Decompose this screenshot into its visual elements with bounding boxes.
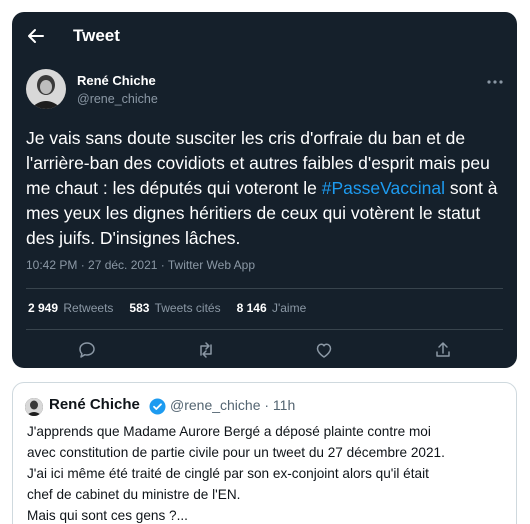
share-icon[interactable] (433, 340, 453, 360)
quote-line: J'ai ici même été traité de cinglé par s… (27, 466, 429, 481)
page-title: Tweet (73, 26, 120, 45)
tweet-author: René Chiche @rene_chiche (12, 66, 517, 114)
retweet-icon[interactable] (196, 340, 216, 360)
verified-badge-icon (149, 398, 166, 415)
back-arrow-icon[interactable] (24, 24, 48, 48)
quote-author-handle[interactable]: @rene_chiche · 11h (170, 397, 295, 413)
quote-line: J'apprends que Madame Aurore Bergé a dép… (27, 424, 431, 439)
quotes-count: 583 (129, 301, 150, 315)
quote-author-name[interactable]: René Chiche (49, 396, 140, 413)
quotes-label: Tweets cités (154, 301, 221, 315)
quote-text: J'apprends que Madame Aurore Bergé a dép… (27, 421, 509, 524)
likes-stat[interactable]: 8 146 J'aime (237, 301, 307, 315)
divider (26, 288, 503, 289)
retweets-label: Retweets (63, 301, 114, 315)
author-handle[interactable]: @rene_chiche (77, 92, 158, 106)
tweet-stats: 2 949 Retweets 583 Tweets cités 8 146 J'… (28, 301, 306, 315)
divider (26, 329, 503, 330)
tweet-actions (12, 340, 517, 362)
likes-label: J'aime (271, 301, 307, 315)
retweets-stat[interactable]: 2 949 Retweets (28, 301, 113, 315)
tweet-card: Tweet René Chiche @rene_chiche Je vais s… (12, 12, 517, 368)
avatar[interactable] (26, 69, 66, 109)
avatar[interactable] (25, 398, 43, 416)
tweet-meta[interactable]: 10:42 PM · 27 déc. 2021 · Twitter Web Ap… (26, 258, 255, 272)
likes-count: 8 146 (236, 301, 267, 315)
more-icon[interactable] (485, 75, 505, 89)
quoted-tweet[interactable]: René Chiche @rene_chiche · 11h J'apprend… (12, 382, 517, 524)
tweet-header: Tweet (12, 12, 517, 60)
tweet-text: Je vais sans doute susciter les cris d'o… (26, 126, 511, 251)
retweets-count: 2 949 (28, 301, 59, 315)
reply-icon[interactable] (77, 340, 97, 360)
hashtag-link[interactable]: #PasseVaccinal (322, 178, 445, 198)
quote-line: avec constitution de partie civile pour … (27, 445, 445, 460)
like-icon[interactable] (314, 340, 334, 360)
author-name[interactable]: René Chiche (77, 73, 156, 88)
quote-line: Mais qui sont ces gens ?... (27, 508, 188, 523)
quotes-stat[interactable]: 583 Tweets cités (129, 301, 220, 315)
quote-line: chef de cabinet du ministre de l'EN. (27, 487, 241, 502)
